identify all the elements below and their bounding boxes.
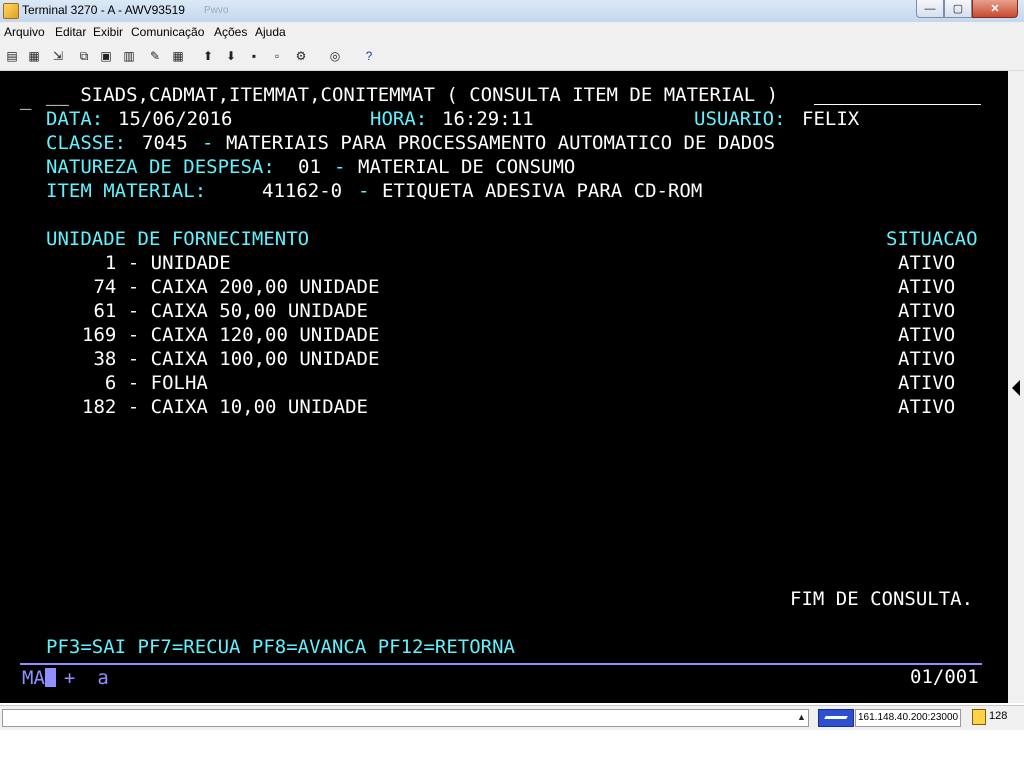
oia-cursor xyxy=(44,668,56,687)
keypad-icon[interactable]: ▦ xyxy=(170,48,186,64)
table-row-status: ATIVO xyxy=(898,396,956,418)
usuario-value: FELIX xyxy=(802,108,860,130)
table-row-unit: 6 - FOLHA xyxy=(82,372,208,394)
item-label: ITEM MATERIAL: xyxy=(46,180,207,202)
macro-icon[interactable]: ✎ xyxy=(147,48,163,64)
table-row-unit: 182 - CAIXA 10,00 UNIDADE xyxy=(82,396,368,418)
connection-status-icon xyxy=(818,709,854,727)
header-cursor: _ xyxy=(20,88,32,110)
natureza-code: 01 xyxy=(298,156,321,178)
print-screen-icon[interactable]: ▤ xyxy=(4,48,20,64)
terminal-screen[interactable]: _ __ SIADS,CADMAT,ITEMMAT,CONITEMMAT ( C… xyxy=(0,71,1008,703)
print-icon[interactable]: ▦ xyxy=(26,48,42,64)
maximize-button[interactable]: ▢ xyxy=(944,0,972,18)
natureza-label: NATUREZA DE DESPESA: xyxy=(46,156,275,178)
window-controls: — ▢ ✕ xyxy=(916,0,1018,19)
natureza-description: MATERIAL DE CONSUMO xyxy=(358,156,576,178)
close-button[interactable]: ✕ xyxy=(972,0,1018,18)
table-row-unit: 1 - UNIDADE xyxy=(82,252,231,274)
table-row-unit: 38 - CAIXA 100,00 UNIDADE xyxy=(82,348,380,370)
title-bar: Terminal 3270 - A - AWV93519 Pwvo — ▢ ✕ xyxy=(0,0,1024,23)
send-file-icon[interactable]: ⬆ xyxy=(200,48,216,64)
classe-label: CLASSE: xyxy=(46,132,127,154)
oia-a: a xyxy=(97,667,109,689)
app-icon[interactable] xyxy=(3,3,19,19)
table-row-status: ATIVO xyxy=(898,348,956,370)
receive-file-icon[interactable]: ⬇ xyxy=(223,48,239,64)
expand-panel-icon[interactable] xyxy=(1012,380,1020,396)
menu-ajuda[interactable]: Ajuda xyxy=(255,25,286,39)
menu-acoes[interactable]: Ações xyxy=(214,25,247,39)
help-icon[interactable]: ? xyxy=(361,48,377,64)
function-keys-legend: PF3=SAI PF7=RECUA PF8=AVANCA PF12=RETORN… xyxy=(46,636,515,658)
operator-info-area: MA + a xyxy=(22,667,109,689)
column-header-situacao: SITUACAO xyxy=(886,228,978,250)
oia-plus: + xyxy=(63,667,76,689)
desktop-background xyxy=(0,730,1024,768)
status-count: 128 xyxy=(989,710,1008,722)
status-message-field xyxy=(2,709,809,727)
menu-comunicacao[interactable]: Comunicação xyxy=(131,25,204,39)
lock-icon xyxy=(972,709,986,725)
table-row-unit: 74 - CAIXA 200,00 UNIDADE xyxy=(82,276,380,298)
toolbar: ▤ ▦ ⇲ ⧉ ▣ ▥ ✎ ▦ ⬆ ⬇ ▪ ▫ ⚙ ◎ ? xyxy=(0,42,1024,71)
import-icon[interactable]: ⇲ xyxy=(50,48,66,64)
item-description: ETIQUETA ADESIVA PARA CD-ROM xyxy=(382,180,703,202)
hora-value: 16:29:11 xyxy=(442,108,534,130)
oia-divider xyxy=(20,663,982,665)
menu-exibir[interactable]: Exibir xyxy=(93,25,123,39)
settings-icon[interactable]: ⚙ xyxy=(293,48,309,64)
hora-label: HORA: xyxy=(370,108,428,130)
item-separator: - xyxy=(358,180,370,202)
table-row-status: ATIVO xyxy=(898,252,956,274)
data-label: DATA: xyxy=(46,108,104,130)
table-row-status: ATIVO xyxy=(898,276,956,298)
host-address: 161.148.40.200:23000 xyxy=(855,709,962,727)
table-row-unit: 169 - CAIXA 120,00 UNIDADE xyxy=(82,324,380,346)
table-row-status: ATIVO xyxy=(898,372,956,394)
classe-description: MATERIAIS PARA PROCESSAMENTO AUTOMATICO … xyxy=(226,132,776,154)
ghost-title-text: Pwvo xyxy=(204,5,229,16)
window-title: Terminal 3270 - A - AWV93519 xyxy=(22,3,185,17)
paste-icon[interactable]: ▣ xyxy=(98,48,114,64)
disconnect-icon[interactable]: ▫ xyxy=(269,48,285,64)
menu-arquivo[interactable]: Arquivo xyxy=(4,25,45,39)
end-of-query-message: FIM DE CONSULTA. xyxy=(790,588,974,610)
copy-icon[interactable]: ⧉ xyxy=(76,48,92,64)
scroll-up-icon[interactable]: ▲ xyxy=(797,712,806,722)
classe-separator: - xyxy=(202,132,214,154)
table-row-unit: 61 - CAIXA 50,00 UNIDADE xyxy=(82,300,368,322)
screen-title: __ SIADS,CADMAT,ITEMMAT,CONITEMMAT ( CON… xyxy=(46,84,779,106)
hotspot-icon[interactable]: ◎ xyxy=(327,48,343,64)
minimize-button[interactable]: — xyxy=(916,0,944,18)
page-indicator: 01/001 xyxy=(910,666,979,688)
data-value: 15/06/2016 xyxy=(118,108,233,130)
paste-special-icon[interactable]: ▥ xyxy=(121,48,137,64)
connect-icon[interactable]: ▪ xyxy=(246,48,262,64)
natureza-separator: - xyxy=(334,156,346,178)
item-code: 41162-0 xyxy=(262,180,343,202)
table-row-status: ATIVO xyxy=(898,324,956,346)
menu-editar[interactable]: Editar xyxy=(55,25,86,39)
menu-bar: Arquivo Editar Exibir Comunicação Ações … xyxy=(0,22,1024,42)
status-bar: ▲ 161.148.40.200:23000 128 xyxy=(0,705,1024,730)
classe-code: 7045 xyxy=(142,132,188,154)
title-underline xyxy=(814,104,981,105)
column-header-unidade: UNIDADE DE FORNECIMENTO xyxy=(46,228,310,250)
table-row-status: ATIVO xyxy=(898,300,956,322)
usuario-label: USUARIO: xyxy=(694,108,786,130)
oia-mode: MA xyxy=(22,667,45,689)
